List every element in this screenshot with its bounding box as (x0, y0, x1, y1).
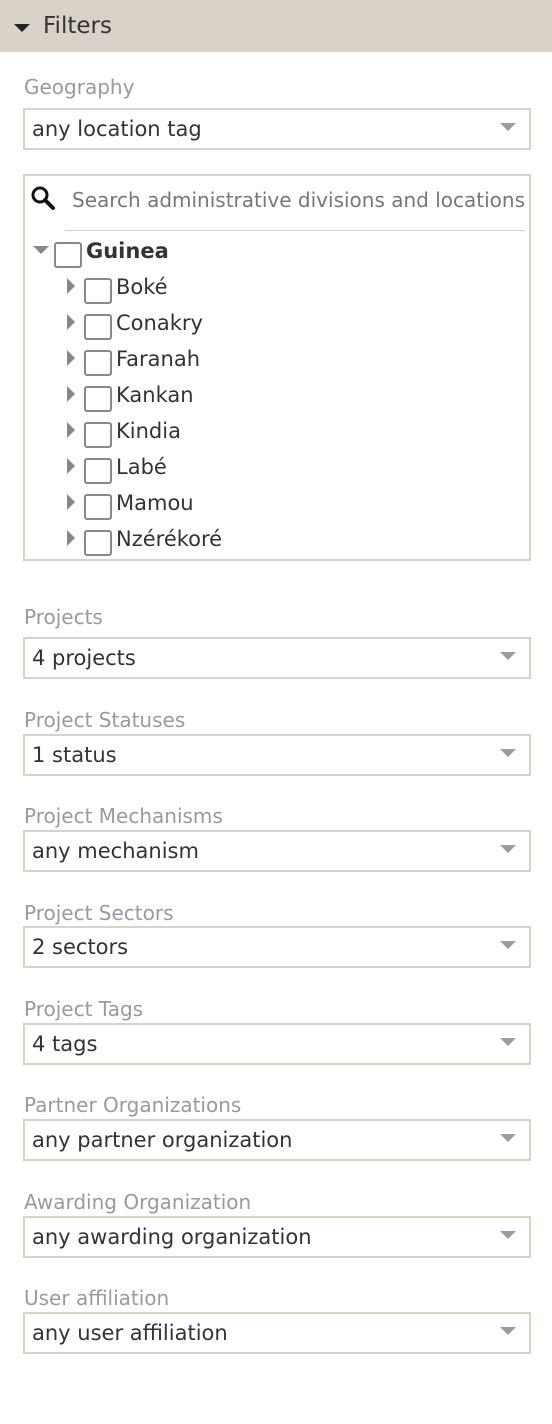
chevron-down-icon (500, 845, 516, 853)
chevron-down-icon (500, 123, 516, 131)
geography-label: Geography (24, 75, 135, 99)
tree-checkbox[interactable] (84, 530, 112, 556)
partner-organizations-select-value: any partner organization (32, 1128, 293, 1152)
tree-checkbox[interactable] (84, 458, 112, 484)
chevron-down-icon (500, 941, 516, 949)
partner-organizations-select[interactable]: any partner organization (23, 1119, 531, 1161)
chevron-down-icon (500, 652, 516, 660)
tree-node-conakry[interactable]: Conakry (116, 311, 203, 335)
expand-arrow-right-icon[interactable] (67, 386, 75, 402)
tree-node-kankan[interactable]: Kankan (116, 383, 194, 407)
expand-arrow-right-icon[interactable] (67, 350, 75, 366)
expand-arrow-right-icon[interactable] (67, 530, 75, 546)
tree-node-boke[interactable]: Boké (116, 275, 168, 299)
tree-checkbox[interactable] (84, 422, 112, 448)
tree-checkbox[interactable] (84, 494, 112, 520)
project-tags-label: Project Tags (24, 997, 144, 1021)
project-sectors-select[interactable]: 2 sectors (23, 926, 531, 968)
project-statuses-label: Project Statuses (24, 708, 186, 732)
tree-checkbox[interactable] (84, 350, 112, 376)
expand-arrow-right-icon[interactable] (67, 494, 75, 510)
projects-select-value: 4 projects (32, 646, 136, 670)
expand-arrow-down-icon[interactable] (33, 246, 49, 254)
tree-checkbox[interactable] (84, 278, 112, 304)
expand-arrow-right-icon[interactable] (67, 458, 75, 474)
tree-search-input[interactable]: Search administrative divisions and loca… (72, 188, 525, 212)
chevron-down-icon (500, 749, 516, 757)
awarding-organization-label: Awarding Organization (24, 1190, 252, 1214)
tree-node-mamou[interactable]: Mamou (116, 491, 194, 515)
chevron-down-icon (500, 1231, 516, 1239)
project-tags-select[interactable]: 4 tags (23, 1023, 531, 1065)
projects-label: Projects (24, 605, 103, 629)
expand-arrow-right-icon[interactable] (67, 422, 75, 438)
project-sectors-select-value: 2 sectors (32, 935, 129, 959)
tree-node-kindia[interactable]: Kindia (116, 419, 181, 443)
awarding-organization-select[interactable]: any awarding organization (23, 1216, 531, 1258)
project-sectors-label: Project Sectors (24, 901, 174, 925)
project-mechanisms-label: Project Mechanisms (24, 804, 223, 828)
project-tags-select-value: 4 tags (32, 1032, 98, 1056)
projects-select[interactable]: 4 projects (23, 637, 531, 679)
expand-arrow-right-icon[interactable] (67, 314, 75, 330)
user-affiliation-select[interactable]: any user affiliation (23, 1312, 531, 1354)
tree-checkbox[interactable] (84, 314, 112, 340)
filters-header[interactable]: Filters (0, 0, 552, 52)
search-icon (31, 186, 55, 210)
tree-checkbox-guinea[interactable] (54, 242, 82, 268)
tree-checkbox[interactable] (84, 386, 112, 412)
user-affiliation-label: User affiliation (24, 1286, 170, 1310)
tree-node-nzerekore[interactable]: Nzérékoré (116, 527, 222, 551)
geography-select-value: any location tag (32, 117, 202, 141)
tree-node-faranah[interactable]: Faranah (116, 347, 200, 371)
awarding-organization-select-value: any awarding organization (32, 1225, 312, 1249)
tree-node-labe[interactable]: Labé (116, 455, 167, 479)
project-statuses-select[interactable]: 1 status (23, 734, 531, 776)
geography-select[interactable]: any location tag (23, 108, 531, 150)
expand-arrow-right-icon[interactable] (67, 278, 75, 294)
chevron-down-icon (500, 1038, 516, 1046)
project-mechanisms-select[interactable]: any mechanism (23, 830, 531, 872)
tree-divider (65, 230, 525, 231)
project-mechanisms-select-value: any mechanism (32, 839, 199, 863)
filters-title: Filters (43, 13, 112, 39)
project-statuses-select-value: 1 status (32, 743, 117, 767)
partner-organizations-label: Partner Organizations (24, 1093, 242, 1117)
tree-node-guinea[interactable]: Guinea (86, 239, 169, 263)
collapse-triangle-icon[interactable] (14, 24, 30, 32)
location-tree: Search administrative divisions and loca… (23, 174, 531, 561)
user-affiliation-select-value: any user affiliation (32, 1321, 228, 1345)
chevron-down-icon (500, 1134, 516, 1142)
chevron-down-icon (500, 1327, 516, 1335)
